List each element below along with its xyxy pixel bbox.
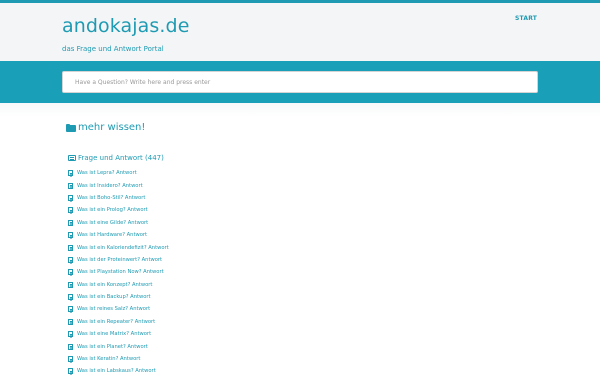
document-icon [68, 170, 73, 177]
category-heading[interactable]: Frage und Antwort (447) [68, 154, 164, 162]
site-tagline: das Frage und Antwort Portal [62, 45, 164, 53]
document-icon [68, 207, 73, 214]
article-link[interactable]: Was ist Playstation Now? Antwort [77, 269, 164, 275]
article-link[interactable]: Was ist Insidero? Antwort [77, 183, 143, 189]
list-item: Was ist Hardware? Antwort [68, 229, 169, 241]
nav-start-link[interactable]: START [515, 15, 537, 22]
article-link[interactable]: Was ist ein Prolog? Antwort [77, 207, 148, 213]
section-heading: mehr wissen! [66, 122, 145, 133]
article-link[interactable]: Was ist eine Gilde? Antwort [77, 220, 148, 226]
list-item: Was ist ein Planet? Antwort [68, 340, 169, 352]
list-item: Was ist Playstation Now? Antwort [68, 266, 169, 278]
article-link[interactable]: Was ist ein Konzept? Antwort [77, 282, 152, 288]
document-icon [68, 306, 73, 313]
list-icon [68, 155, 76, 161]
document-icon [68, 219, 73, 226]
list-item: Was ist Boho-Stil? Antwort [68, 192, 169, 204]
article-link[interactable]: Was ist der Proteinwert? Antwort [77, 257, 162, 263]
document-icon [68, 343, 73, 350]
list-item: Was ist ein Labskaus? Antwort [68, 365, 169, 375]
article-link[interactable]: Was ist Hardware? Antwort [77, 232, 147, 238]
search-input[interactable] [62, 71, 538, 93]
document-icon [68, 244, 73, 251]
list-item: Was ist Insidero? Antwort [68, 179, 169, 191]
article-link[interactable]: Was ist ein Backup? Antwort [77, 294, 151, 300]
list-item: Was ist ein Konzept? Antwort [68, 279, 169, 291]
article-link[interactable]: Was ist ein Labskaus? Antwort [77, 368, 156, 374]
section-title: mehr wissen! [78, 122, 146, 133]
list-item: Was ist reines Salz? Antwort [68, 303, 169, 315]
list-item: Was ist eine Matrix? Antwort [68, 328, 169, 340]
article-link[interactable]: Was ist ein Planet? Antwort [77, 344, 148, 350]
document-icon [68, 294, 73, 301]
article-link[interactable]: Was ist eine Matrix? Antwort [77, 331, 151, 337]
article-link[interactable]: Was ist Keratin? Antwort [77, 356, 140, 362]
article-link[interactable]: Was ist Lepra? Antwort [77, 170, 137, 176]
article-list: Was ist Lepra? Antwort Was ist Insidero? … [68, 167, 169, 375]
document-icon [68, 194, 73, 201]
document-icon [68, 318, 73, 325]
list-item: Was ist ein Prolog? Antwort [68, 204, 169, 216]
document-icon [68, 256, 73, 263]
list-item: Was ist ein Kaloriendefizit? Antwort [68, 241, 169, 253]
article-link[interactable]: Was ist reines Salz? Antwort [77, 306, 150, 312]
content-top-shade [0, 103, 600, 117]
document-icon [68, 232, 73, 239]
category-title-link[interactable]: Frage und Antwort (447) [78, 154, 164, 162]
list-item: Was ist ein Repeater? Antwort [68, 316, 169, 328]
site-title-link[interactable]: andokajas.de [62, 15, 190, 37]
list-item: Was ist der Proteinwert? Antwort [68, 254, 169, 266]
site-header: andokajas.de das Frage und Antwort Porta… [0, 3, 600, 61]
article-link[interactable]: Was ist ein Repeater? Antwort [77, 319, 155, 325]
list-item: Was ist eine Gilde? Antwort [68, 217, 169, 229]
document-icon [68, 281, 73, 288]
document-icon [68, 368, 73, 375]
list-item: Was ist Keratin? Antwort [68, 353, 169, 365]
article-link[interactable]: Was ist Boho-Stil? Antwort [77, 195, 145, 201]
search-band [0, 61, 600, 103]
document-icon [68, 182, 73, 189]
folder-icon [66, 123, 76, 132]
document-icon [68, 269, 73, 276]
list-item: Was ist Lepra? Antwort [68, 167, 169, 179]
list-item: Was ist ein Backup? Antwort [68, 291, 169, 303]
document-icon [68, 331, 73, 338]
article-link[interactable]: Was ist ein Kaloriendefizit? Antwort [77, 245, 169, 251]
document-icon [68, 356, 73, 363]
